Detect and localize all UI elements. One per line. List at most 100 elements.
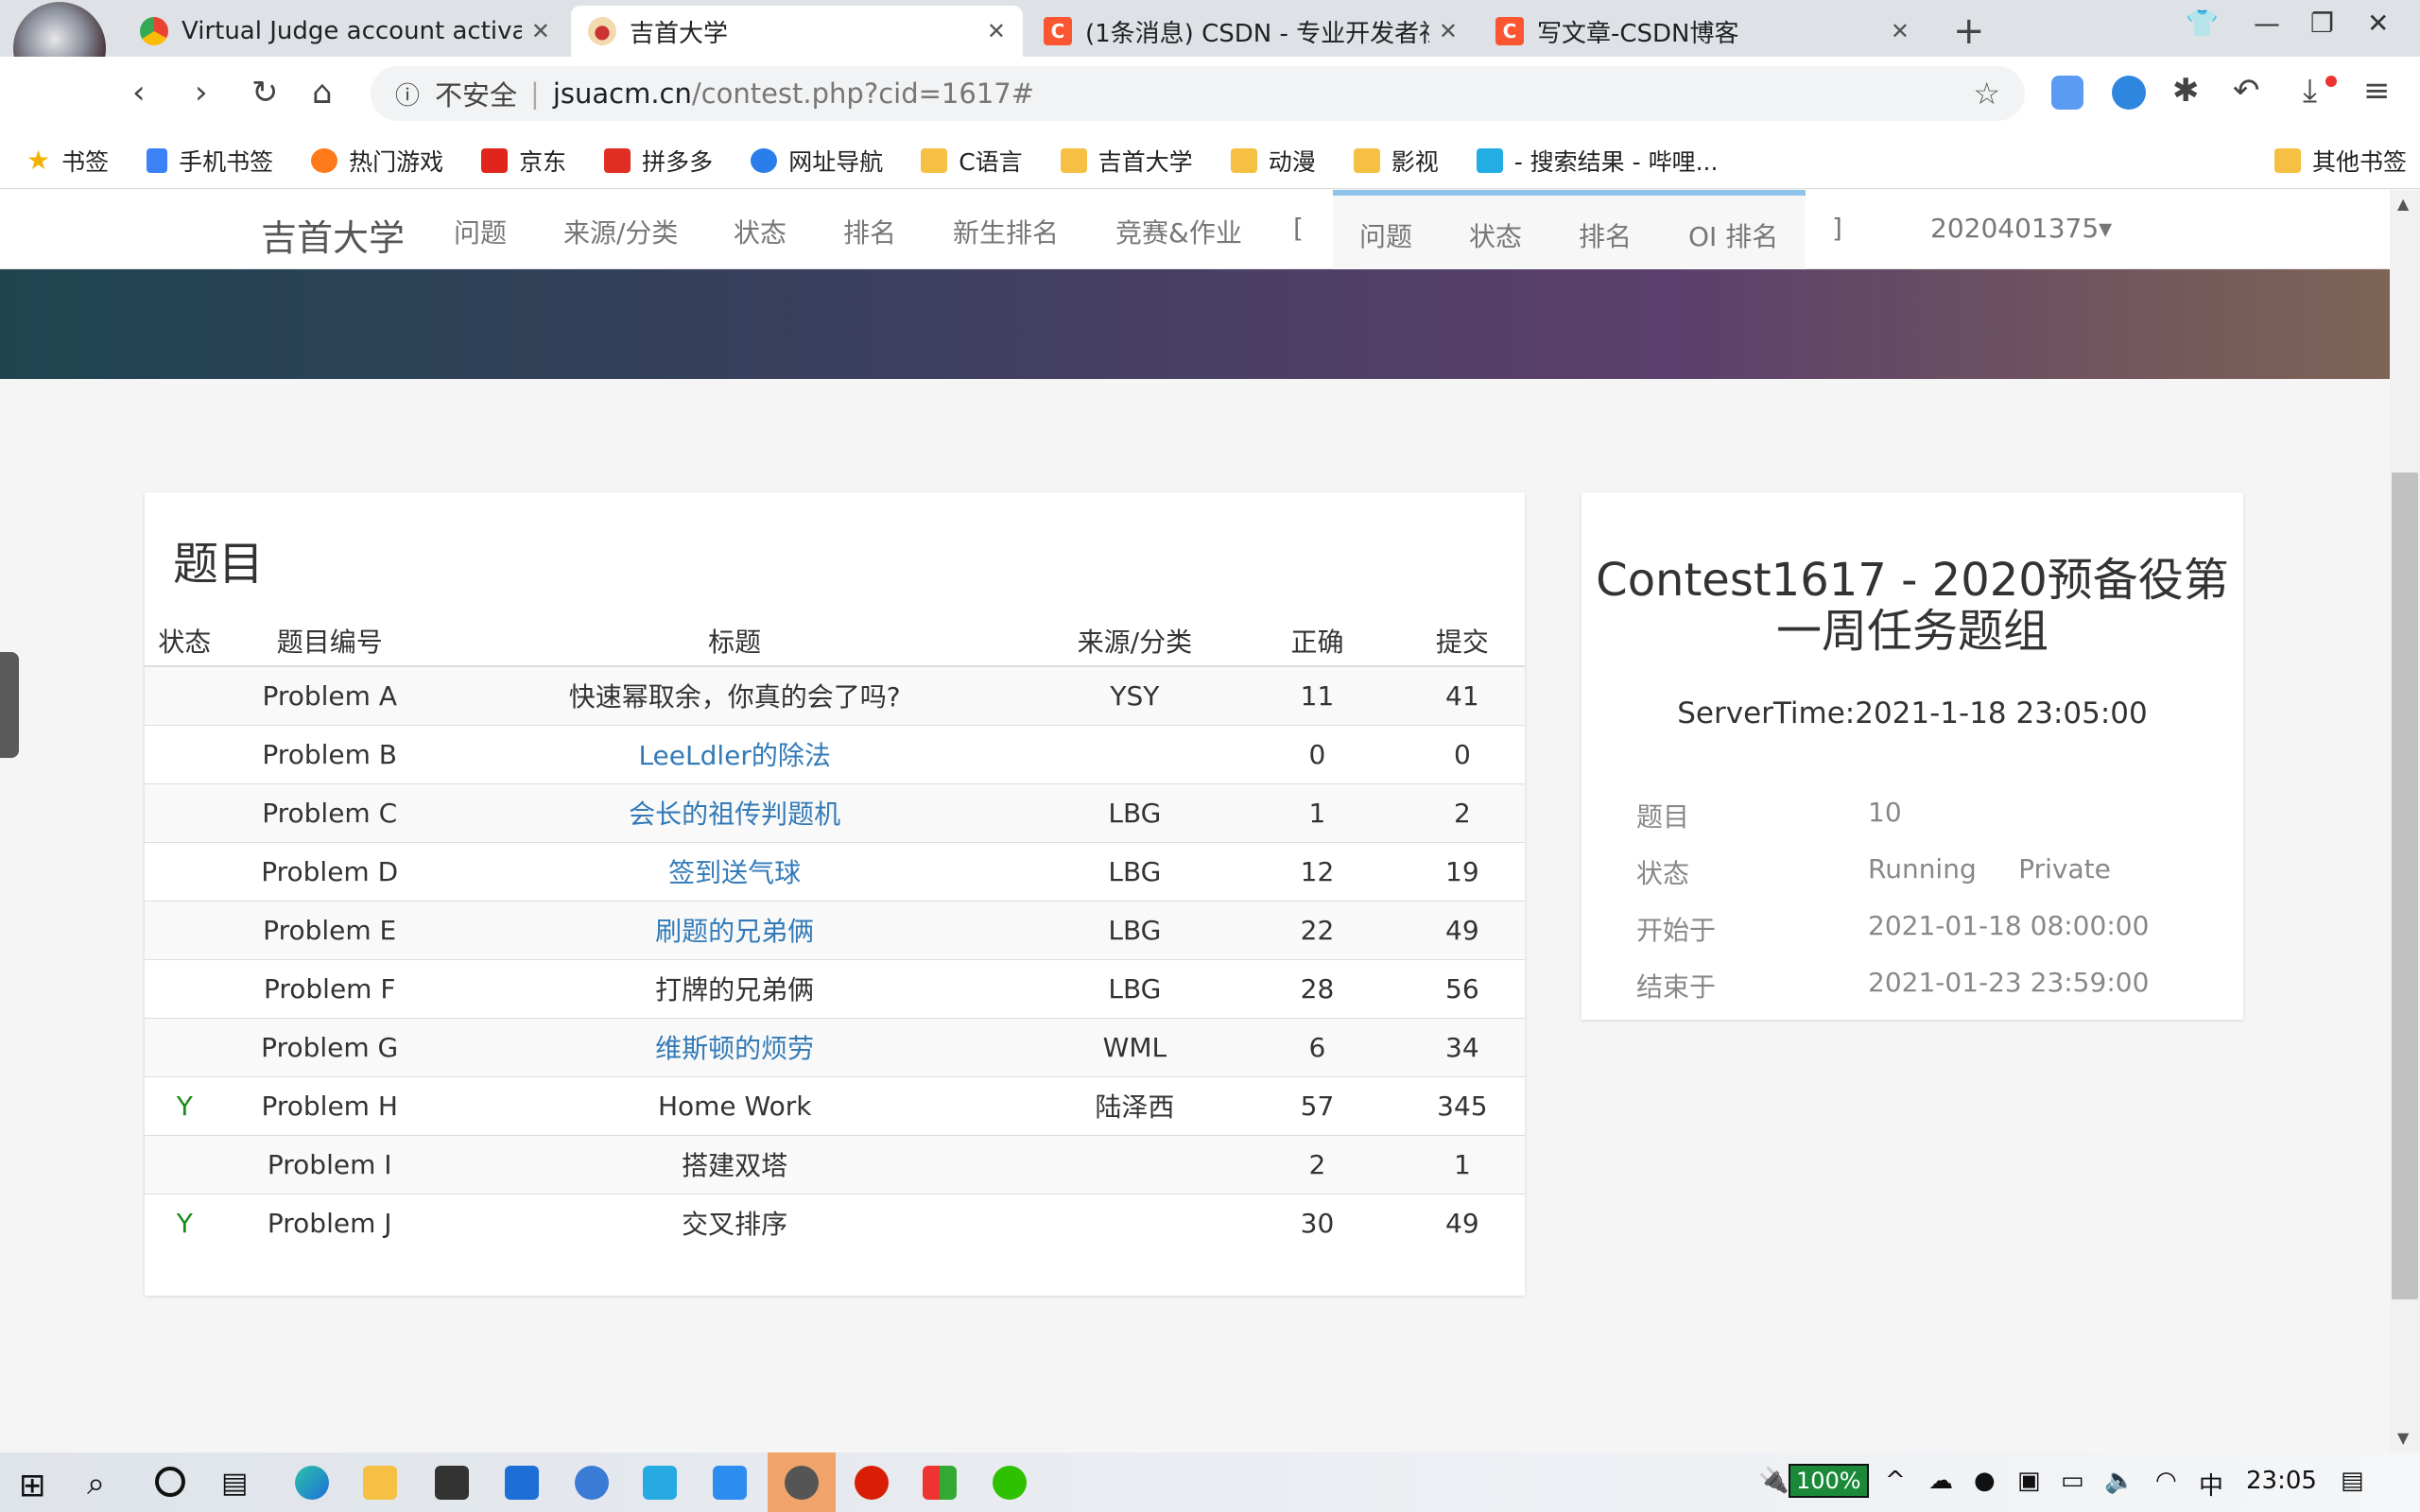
extension-icon[interactable] [2051, 76, 2083, 110]
info-icon[interactable]: ⓘ [395, 77, 420, 112]
file-explorer-icon[interactable] [363, 1466, 397, 1500]
wifi-icon[interactable]: ◠ [2155, 1467, 2177, 1495]
qq-icon[interactable]: ● [1974, 1467, 1996, 1495]
clock[interactable]: 23:05 [2246, 1467, 2317, 1495]
problem-title-cell[interactable]: 打牌的兄弟俩 [434, 958, 1035, 1018]
mail-icon[interactable] [505, 1466, 539, 1500]
cortana-icon[interactable] [155, 1467, 185, 1497]
app-l-icon[interactable] [575, 1466, 609, 1500]
problem-title-link[interactable]: 维斯顿的烦劳 [434, 1017, 1035, 1076]
puzzle-icon[interactable]: ✱ [2172, 72, 2200, 110]
column-header: 题目编号 [224, 615, 435, 667]
window-close-icon[interactable]: ✕ [2367, 8, 2389, 39]
download-icon[interactable]: ⤓ [2303, 72, 2317, 110]
contest-nav-status[interactable]: 状态 [1469, 216, 1522, 254]
ime-indicator[interactable]: 中 [2199, 1467, 2223, 1502]
nav-ranking[interactable]: 排名 [843, 213, 896, 250]
close-icon[interactable]: ✕ [1891, 18, 1910, 44]
side-widget[interactable] [0, 652, 19, 758]
nav-status[interactable]: 状态 [734, 213, 786, 250]
edge-icon[interactable] [295, 1466, 329, 1500]
other-bookmarks[interactable]: 其他书签 [2273, 144, 2407, 178]
site-brand[interactable]: 吉首大学 [261, 209, 405, 261]
accepted-count-cell: 22 [1235, 900, 1400, 959]
minimize-icon[interactable]: — [2254, 8, 2280, 39]
column-header: 标题 [434, 615, 1035, 667]
close-icon[interactable]: ✕ [987, 18, 1006, 44]
game-app-icon[interactable] [785, 1466, 819, 1500]
restore-icon[interactable]: ❐ [2310, 8, 2334, 39]
nav-source[interactable]: 来源/分类 [563, 213, 678, 250]
app-icon[interactable] [713, 1466, 747, 1500]
bookmark-item[interactable]: 网址导航 [751, 144, 883, 178]
search-icon[interactable]: ⌕ [87, 1465, 105, 1503]
accepted-count-cell: 12 [1235, 841, 1400, 901]
tab-jishou[interactable]: ● 吉首大学 ✕ [571, 6, 1023, 57]
scroll-down-icon[interactable]: ▼ [2397, 1429, 2409, 1447]
problem-title-link[interactable]: 签到送气球 [434, 841, 1035, 901]
volume-icon[interactable]: 🔈 [2104, 1467, 2135, 1495]
battery-indicator[interactable]: 100% [1789, 1464, 1869, 1498]
chevron-up-icon[interactable]: ^ [1885, 1467, 1906, 1495]
tab-csdn-blog[interactable]: C 写文章-CSDN博客 ✕ [1478, 6, 1927, 57]
contest-nav-oi-ranking[interactable]: OI 排名 [1688, 216, 1778, 254]
new-tab-icon[interactable]: + [1953, 9, 1985, 53]
home-icon[interactable]: ⌂ [312, 74, 333, 112]
problem-title-cell[interactable]: 交叉排序 [434, 1193, 1035, 1252]
address-bar[interactable]: ⓘ 不安全 | jsuacm.cn /contest.php?cid=1617#… [371, 66, 2025, 121]
problem-title-cell[interactable]: Home Work [434, 1075, 1035, 1135]
bookmark-item[interactable]: - 搜索结果 - 哔哩... [1476, 144, 1718, 178]
extension-icon[interactable] [2112, 76, 2146, 110]
tray-app-icon[interactable]: ▣ [2017, 1467, 2041, 1495]
contest-nav-ranking[interactable]: 排名 [1579, 216, 1632, 254]
bookmark-item[interactable]: 热门游戏 [311, 144, 443, 178]
close-icon[interactable]: ✕ [531, 18, 550, 44]
netease-music-icon[interactable] [855, 1466, 889, 1500]
shirt-icon[interactable]: 👕 [2186, 8, 2219, 39]
accepted-count-cell: 0 [1235, 724, 1400, 783]
close-icon[interactable]: ✕ [1439, 18, 1458, 44]
browser-e-icon[interactable] [643, 1466, 677, 1500]
cloud-icon[interactable]: ☁ [1928, 1467, 1953, 1495]
task-view-icon[interactable]: ▤ [221, 1467, 248, 1500]
tab-csdn[interactable]: C (1条消息) CSDN - 专业开发者社区 ✕ [1027, 6, 1475, 57]
bookmark-item[interactable]: C语言 [921, 144, 1023, 178]
bookmark-item[interactable]: 手机书签 [147, 144, 273, 178]
problem-title-cell[interactable]: 快速幂取余，你真的会了吗? [434, 665, 1035, 725]
tab-virtual-judge[interactable]: Virtual Judge account activatio ✕ [123, 6, 567, 57]
bookmark-item[interactable]: ★ 书签 [26, 144, 109, 178]
source-cell: WML [1034, 1017, 1236, 1076]
notification-icon[interactable]: ▤ [2341, 1467, 2364, 1495]
scroll-up-icon[interactable]: ▲ [2397, 195, 2409, 213]
windows-start-icon[interactable]: ⊞ [19, 1467, 46, 1504]
nav-freshman-ranking[interactable]: 新生排名 [953, 213, 1059, 250]
problem-title-link[interactable]: 刷题的兄弟俩 [434, 900, 1035, 959]
back-icon[interactable]: ‹ [132, 74, 146, 112]
nav-problems[interactable]: 问题 [454, 213, 507, 250]
star-icon[interactable]: ☆ [1973, 76, 2000, 112]
forward-icon[interactable]: › [195, 74, 208, 112]
bookmark-item[interactable]: 拼多多 [604, 144, 713, 178]
scrollbar-thumb[interactable] [2392, 472, 2418, 1299]
bookmark-item[interactable]: 吉首大学 [1060, 144, 1193, 178]
reload-icon[interactable]: ↻ [251, 74, 279, 112]
contest-nav-problems[interactable]: 问题 [1359, 216, 1412, 254]
problem-title-link[interactable]: LeeLdler的除法 [434, 724, 1035, 783]
bookmark-item[interactable]: 动漫 [1230, 144, 1316, 178]
wechat-icon[interactable] [993, 1466, 1027, 1500]
bookmark-item[interactable]: 影视 [1353, 144, 1439, 178]
bookmark-label: 其他书签 [2311, 147, 2407, 176]
battery-icon[interactable]: ▭ [2061, 1467, 2084, 1495]
user-menu[interactable]: 2020401375▾ [1930, 213, 2112, 244]
submitted-count-cell: 1 [1399, 1134, 1525, 1194]
bookmark-item[interactable]: 京东 [481, 144, 566, 178]
store-icon[interactable] [435, 1466, 469, 1500]
problem-title-link[interactable]: 会长的祖传判题机 [434, 782, 1035, 842]
app-grid-icon[interactable] [923, 1466, 957, 1500]
undo-icon[interactable]: ↶ [2233, 72, 2260, 110]
problem-title-cell[interactable]: 搭建双塔 [434, 1134, 1035, 1194]
table-row: Problem A 快速幂取余，你真的会了吗? YSY 11 41 [145, 665, 1525, 725]
menu-icon[interactable]: ≡ [2363, 72, 2391, 110]
nav-contests[interactable]: 竞赛&作业 [1115, 213, 1242, 250]
problem-id-cell: Problem E [224, 900, 435, 959]
